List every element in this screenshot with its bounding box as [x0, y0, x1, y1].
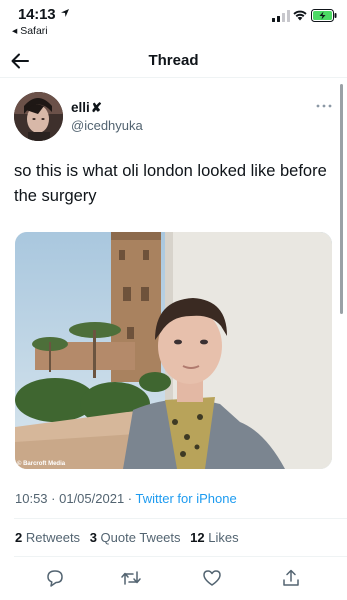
display-name[interactable]: elli — [71, 100, 90, 115]
quote-tweets-stat[interactable]: 3 Quote Tweets — [90, 530, 181, 545]
likes-stat[interactable]: 12 Likes — [190, 530, 238, 545]
reply-icon — [47, 570, 63, 587]
tweet-source-link[interactable]: Twitter for iPhone — [136, 491, 237, 506]
like-button[interactable] — [200, 566, 224, 590]
quotes-count: 3 — [89, 530, 97, 545]
retweets-stat[interactable]: 2 Retweets — [15, 530, 80, 545]
divider — [14, 556, 347, 557]
page-title: Thread — [148, 52, 199, 69]
photo-credit: © Barcroft Media — [17, 461, 66, 467]
thread-header: Thread — [0, 44, 347, 78]
tweet-actions — [0, 566, 347, 590]
photo-image — [15, 232, 332, 469]
share-button[interactable] — [279, 566, 303, 590]
retweet-button[interactable] — [119, 566, 143, 590]
likes-label: Likes — [208, 530, 239, 545]
back-to-safari-link[interactable]: ◂ Safari — [12, 25, 48, 37]
likes-count: 12 — [190, 530, 205, 545]
tweet-text: so this is what oli london looked like b… — [14, 162, 327, 205]
tweet-timestamp: 10:53 · 01/05/2021 · Twitter for iPhone — [15, 491, 237, 506]
retweets-count: 2 — [15, 530, 23, 545]
battery-charging-icon — [311, 9, 337, 22]
share-icon — [283, 569, 299, 586]
more-options-icon[interactable] — [315, 102, 333, 110]
cellular-signal-icon — [272, 10, 290, 22]
tweet-date[interactable]: 01/05/2021 — [59, 491, 124, 506]
scrollbar[interactable] — [340, 84, 343, 314]
name-badge: ✘ — [91, 100, 102, 115]
like-icon — [203, 570, 221, 586]
tweet-stats: 2 Retweets 3 Quote Tweets 12 Likes — [15, 530, 245, 545]
meta-separator: · — [47, 491, 60, 506]
tweet-time[interactable]: 10:53 — [15, 491, 48, 506]
avatar[interactable] — [14, 92, 63, 141]
user-handle[interactable]: @icedhyuka — [71, 118, 143, 133]
meta-separator: · — [124, 491, 136, 506]
location-arrow-icon — [61, 9, 69, 17]
divider — [14, 518, 347, 519]
status-bar: 14:13 ◂ Safari — [0, 0, 347, 40]
avatar-image — [14, 92, 63, 141]
reply-button[interactable] — [43, 566, 67, 590]
quotes-label: Quote Tweets — [100, 530, 181, 545]
retweets-label: Retweets — [25, 530, 81, 545]
wifi-icon — [293, 10, 307, 21]
status-time: 14:13 — [18, 6, 56, 23]
retweet-icon — [121, 571, 141, 585]
tweet-photo[interactable]: © Barcroft Media — [15, 232, 332, 469]
